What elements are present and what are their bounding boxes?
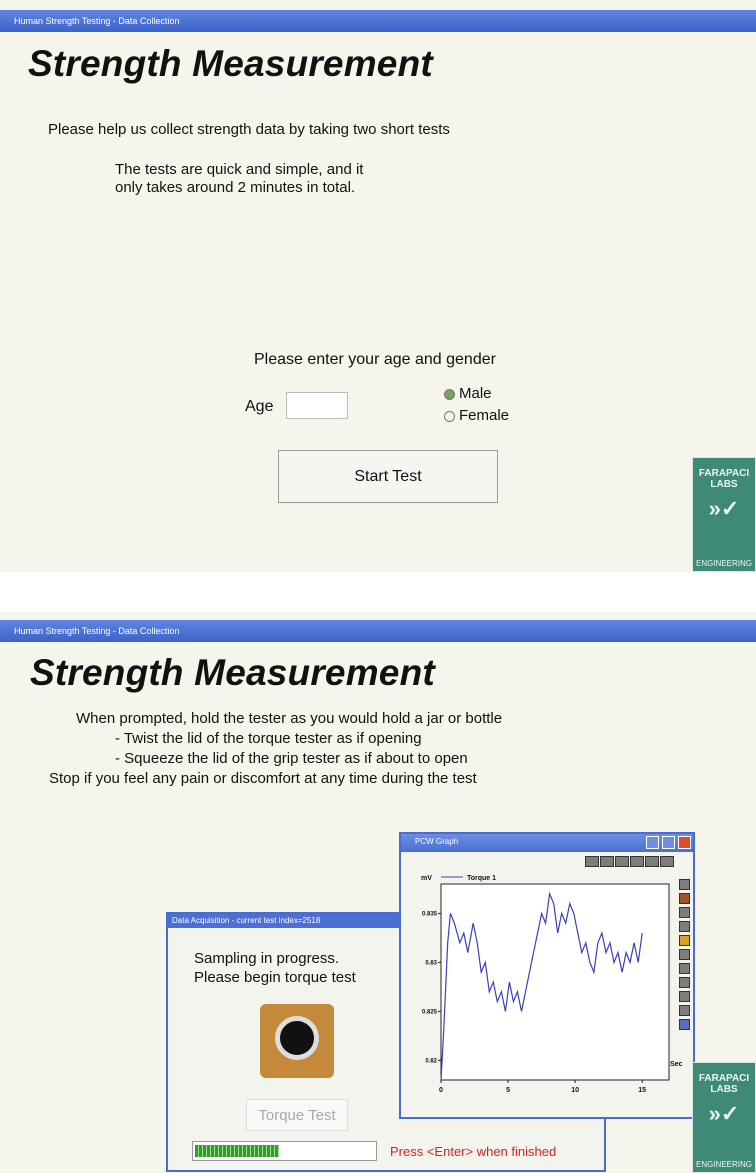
pan-first-icon[interactable] [585,856,599,867]
y-tick-label: 0.83 [425,960,437,966]
age-gender-prompt: Please enter your age and gender [254,351,496,368]
instruction-line-2: - Twist the lid of the torque tester as … [115,730,422,747]
logo-name-2: FARAPACI [698,1073,750,1084]
graph-title-bar: PCW Graph [401,834,693,852]
x-tick-label: 10 [571,1087,579,1094]
screen-separator [0,572,756,612]
pan-last-icon[interactable] [660,856,674,867]
torque-tester-image [260,1004,334,1078]
radio-unselected-icon [444,410,455,422]
logo-arrow-icon-2: »✓ [708,1101,740,1126]
y-tick-label: 0.835 [422,911,438,917]
graph-toolbar [585,856,675,868]
age-label: Age [245,398,274,415]
pan-right-icon[interactable] [645,856,659,867]
daq-status-line-2: Please begin torque test [194,969,356,986]
page-title: Strength Measurement [28,43,433,84]
finish-instruction: Press <Enter> when finished [390,1144,557,1159]
progress-fill [195,1145,280,1157]
y-unit-label: mV [421,875,432,882]
y-tick-label: 0.825 [422,1009,438,1015]
gender-female-label: Female [459,407,510,424]
minimize-icon[interactable] [646,836,659,849]
graph-title: PCW Graph [415,837,459,846]
logo-name: FARAPACI [698,468,750,479]
zoom-out-icon[interactable] [630,856,644,867]
x-tick-label: 15 [638,1087,646,1094]
logo-engineering-2: ENGINEERING [695,1160,752,1169]
farapaci-labs-logo: FARAPACI LABS »✓ ENGINEERING [692,457,756,572]
logo-engineering: ENGINEERING [695,559,752,568]
torque-chart: mV Torque 1 0.82 0.825 0.83 0.835 0 5 10 15 Sec [421,875,683,1094]
gender-female-radio[interactable]: Female [444,407,509,424]
x-tick-label: 5 [506,1087,510,1094]
window-title-bar: Human Strength Testing - Data Collection [0,10,756,32]
close-icon[interactable] [678,836,691,849]
logo-labs: LABS [710,479,738,490]
pan-left-icon[interactable] [600,856,614,867]
farapaci-labs-logo-2: FARAPACI LABS »✓ ENGINEERING [692,1062,756,1173]
instruction-line-1: When prompted, hold the tester as you wo… [76,710,503,727]
daq-status-line-1: Sampling in progress. [194,950,340,967]
screen-1-window: Human Strength Testing - Data Collection… [0,0,756,572]
description-line-1: The tests are quick and simple, and it [115,161,364,178]
graph-window: PCW Graph mV Torque 1 0.82 0.825 0.83 0.… [399,832,695,1119]
start-test-button[interactable]: Start Test [278,450,498,503]
screen-2-window: Human Strength Testing - Data Collection… [0,612,756,1173]
y-tick-label: 0.82 [425,1058,437,1064]
instruction-line-4: Stop if you feel any pain or discomfort … [49,770,477,787]
age-input[interactable] [286,392,348,419]
gender-male-label: Male [459,385,492,402]
zoom-in-icon[interactable] [615,856,629,867]
legend-label: Torque 1 [467,875,496,882]
gender-male-radio[interactable]: Male [444,385,492,402]
radio-selected-icon [444,388,455,400]
description-line-2: only takes around 2 minutes in total. [115,179,356,196]
x-unit-label: Sec [670,1061,683,1068]
x-tick-label: 0 [439,1087,443,1094]
progress-bar [192,1141,377,1161]
instruction-line-3: - Squeeze the lid of the grip tester as … [115,750,468,767]
page-title-2: Strength Measurement [30,652,435,693]
torque-test-button[interactable]: Torque Test [246,1099,348,1131]
jar-lid-icon [275,1016,319,1060]
logo-arrow-icon: »✓ [708,496,740,521]
intro-text: Please help us collect strength data by … [48,121,450,138]
maximize-icon[interactable] [662,836,675,849]
logo-labs-2: LABS [710,1084,738,1095]
window-title-bar-2: Human Strength Testing - Data Collection [0,620,756,642]
